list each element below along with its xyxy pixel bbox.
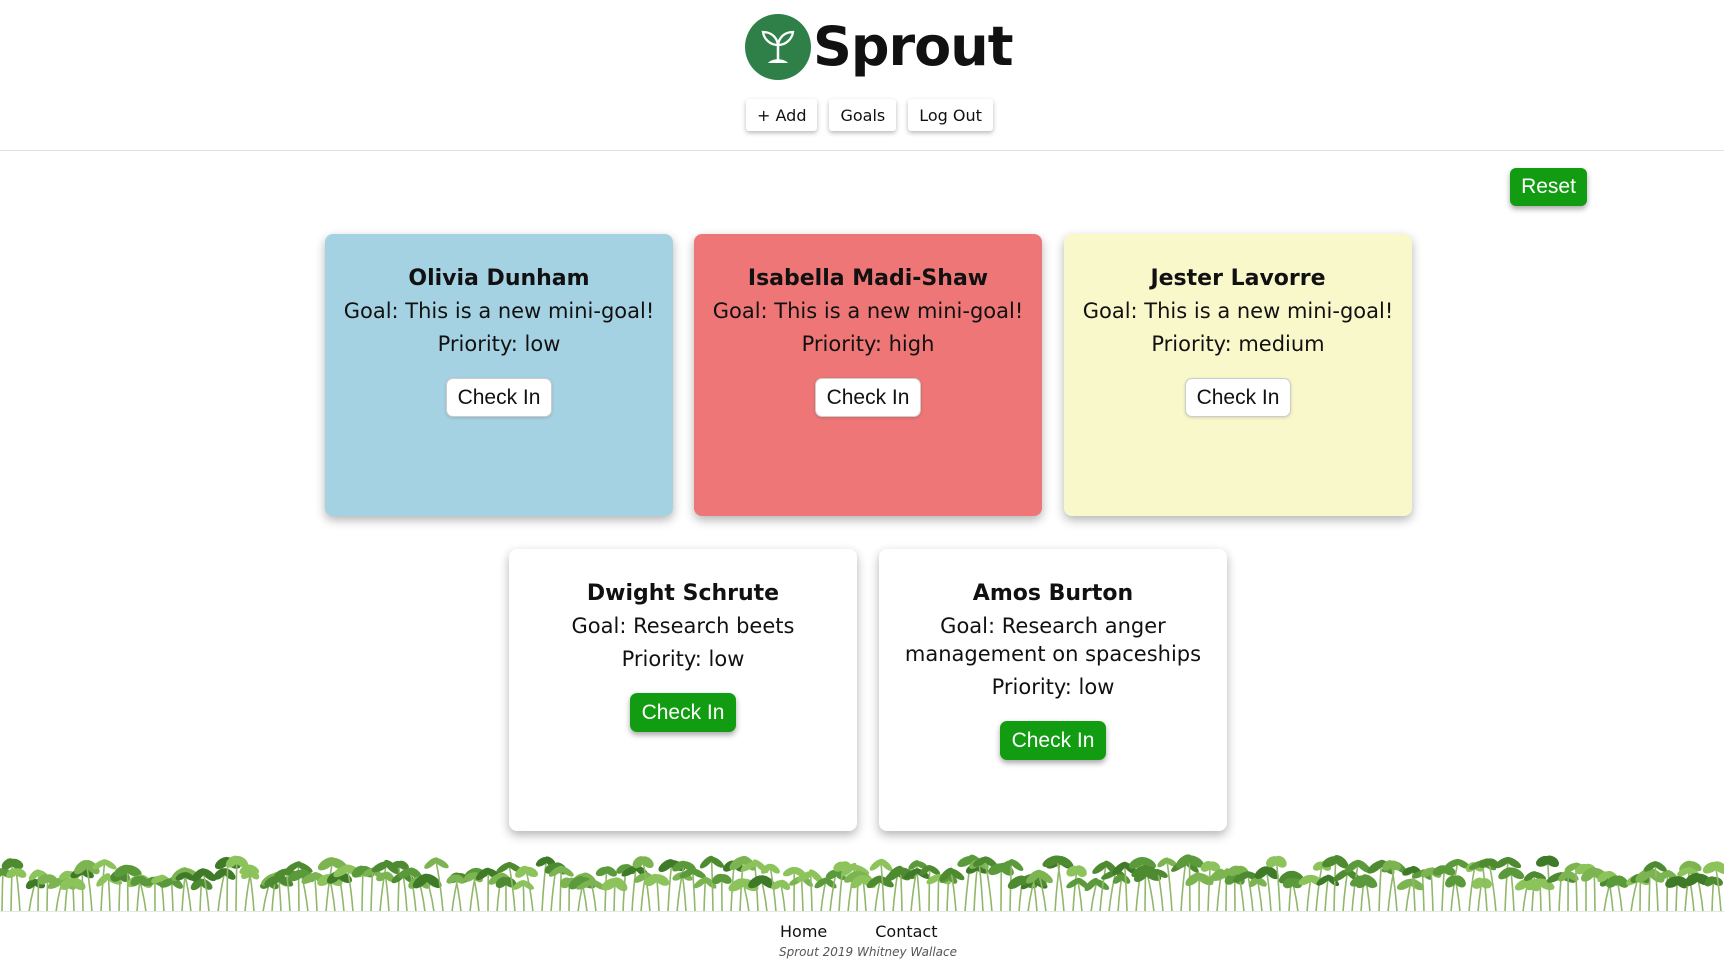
logout-button[interactable]: Log Out	[908, 99, 993, 131]
card-person-name: Olivia Dunham	[408, 266, 590, 291]
card-priority: Priority: low	[437, 332, 561, 356]
card-goal: Goal: This is a new mini-goal!	[712, 299, 1024, 323]
card-priority: Priority: medium	[1151, 332, 1325, 356]
logo[interactable]: Sprout	[745, 12, 1014, 82]
card-goal: Goal: Research anger management on space…	[904, 614, 1202, 666]
main-nav: + Add Goals Log Out	[746, 99, 993, 131]
goal-card: Amos Burton Goal: Research anger managem…	[879, 549, 1227, 831]
check-in-button[interactable]: Check In	[629, 693, 737, 732]
card-priority: Priority: high	[801, 332, 935, 356]
card-person-name: Jester Lavorre	[1150, 266, 1326, 291]
add-button[interactable]: + Add	[746, 99, 818, 131]
check-in-button[interactable]: Check In	[1184, 378, 1292, 417]
card-priority: Priority: low	[991, 675, 1115, 699]
reset-button[interactable]: Reset	[1510, 168, 1587, 206]
card-goal: Goal: This is a new mini-goal!	[1082, 299, 1394, 323]
site-header: Sprout + Add Goals Log Out	[0, 0, 1724, 151]
goals-button[interactable]: Goals	[829, 99, 897, 131]
card-person-name: Amos Burton	[972, 581, 1134, 606]
check-in-button[interactable]: Check In	[445, 378, 553, 417]
footer-nav: Home Contact	[780, 922, 938, 941]
goal-card: Olivia Dunham Goal: This is a new mini-g…	[325, 234, 673, 516]
logo-wordmark: Sprout	[813, 15, 1014, 78]
check-in-button[interactable]: Check In	[999, 721, 1107, 760]
card-goal: Goal: Research beets	[571, 614, 795, 638]
card-priority: Priority: low	[621, 647, 745, 671]
sprout-icon	[745, 14, 811, 80]
goal-card: Isabella Madi-Shaw Goal: This is a new m…	[694, 234, 1042, 516]
goal-card: Jester Lavorre Goal: This is a new mini-…	[1064, 234, 1412, 516]
footer-home-link[interactable]: Home	[780, 922, 827, 941]
sprouts-border-image	[0, 854, 1724, 912]
card-person-name: Isabella Madi-Shaw	[747, 266, 989, 291]
card-goal: Goal: This is a new mini-goal!	[343, 299, 655, 323]
check-in-button[interactable]: Check In	[814, 378, 922, 417]
footer-contact-link[interactable]: Contact	[875, 922, 937, 941]
footer-credit: Sprout 2019 Whitney Wallace	[779, 945, 957, 959]
card-person-name: Dwight Schrute	[586, 581, 780, 606]
goal-card: Dwight Schrute Goal: Research beets Prio…	[509, 549, 857, 831]
